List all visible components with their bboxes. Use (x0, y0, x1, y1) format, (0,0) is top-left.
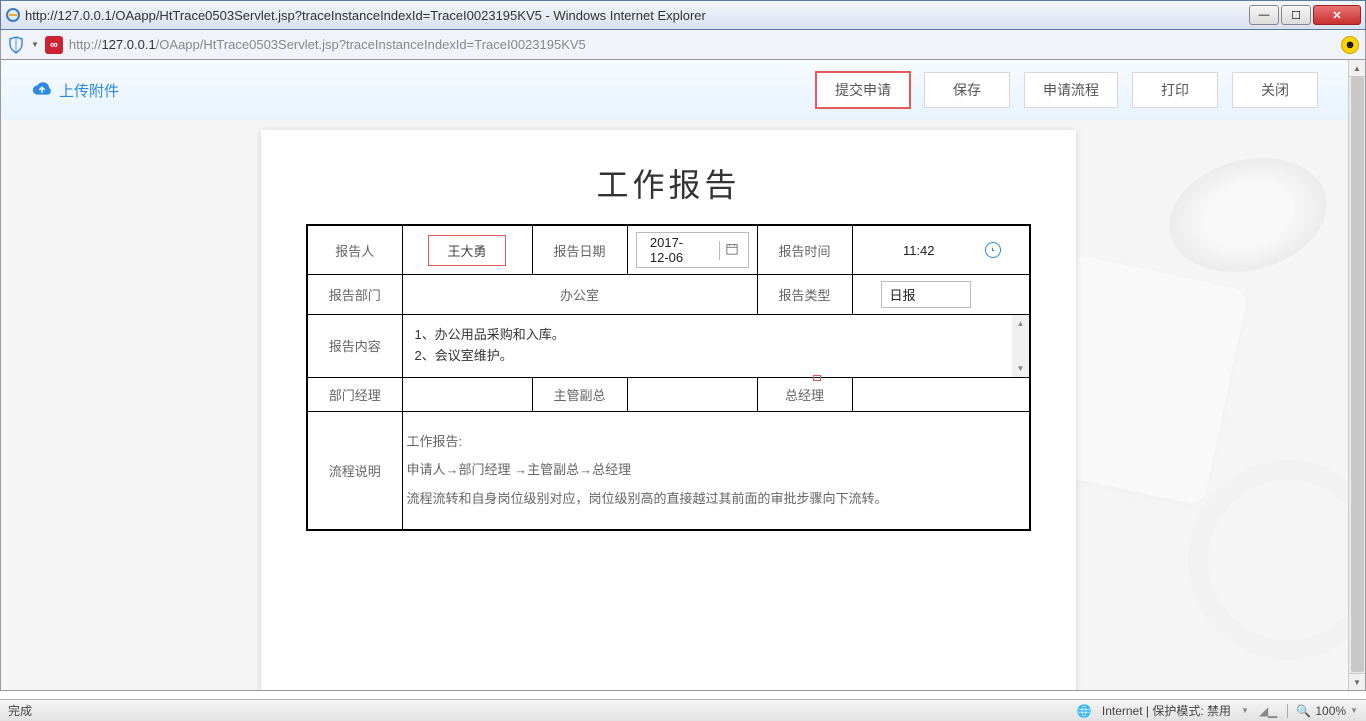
zoom-dropdown-icon[interactable]: ▼ (1350, 706, 1358, 715)
content-scroll-down[interactable]: ▼ (1012, 360, 1029, 377)
reporter-value[interactable]: 王大勇 (428, 235, 505, 266)
protected-mode-dropdown-icon[interactable]: ▼ (1241, 706, 1249, 715)
bg-decor-plate (1188, 460, 1348, 660)
general-manager-value (852, 377, 1030, 411)
smiley-icon[interactable]: ☻ (1341, 36, 1359, 54)
apply-flow-button[interactable]: 申请流程 (1024, 72, 1118, 108)
flow-desc-cell: 工作报告: 申请人→部门经理 →主管副总→总经理 流程流转和自身岗位级别对应，岗… (402, 411, 1030, 530)
table-row: 报告人 王大勇 报告日期 2017-12-06 报告时间 (307, 225, 1030, 275)
department-value: 办公室 (402, 275, 757, 315)
close-window-button[interactable] (1313, 5, 1361, 25)
content-scroll-up[interactable]: ▲ (1012, 315, 1029, 332)
report-type-select[interactable]: 日报 (881, 281, 971, 308)
close-button[interactable]: 关闭 (1232, 72, 1318, 108)
browser-viewport: ▲ ▼ 上传附件 提交申请 保存 申请流程 打印 关闭 工作报告 报告人 (0, 60, 1366, 691)
cloud-upload-icon (31, 82, 53, 98)
vertical-scrollbar[interactable]: ▲ ▼ (1348, 60, 1365, 690)
report-form-table: 报告人 王大勇 报告日期 2017-12-06 报告时间 (306, 224, 1031, 531)
status-zone: Internet | 保护模式: 禁用 (1102, 702, 1231, 719)
status-done: 完成 (8, 702, 32, 719)
magnifier-icon: 🔍 (1296, 704, 1311, 718)
flow-line: 流程流转和自身岗位级别对应，岗位级别高的直接越过其前面的审批步骤向下流转。 (407, 485, 1026, 514)
table-row: 报告部门 办公室 报告类型 日报 (307, 275, 1030, 315)
dept-manager-label: 部门经理 (307, 377, 402, 411)
vice-manager-label: 主管副总 (532, 377, 627, 411)
text-cursor-marker (813, 375, 821, 381)
table-row: 部门经理 主管副总 总经理 (307, 377, 1030, 411)
table-row: 报告内容 1、办公用品采购和入库。 2、会议室维护。 ▲ ▼ (307, 315, 1030, 378)
scroll-up-arrow[interactable]: ▲ (1349, 60, 1365, 77)
form-title: 工作报告 (306, 160, 1031, 206)
content-cell: 1、办公用品采购和入库。 2、会议室维护。 ▲ ▼ (402, 315, 1030, 378)
ie-icon (5, 7, 21, 23)
content-scrollbar[interactable]: ▲ ▼ (1012, 315, 1029, 377)
zoom-value: 100% (1315, 704, 1346, 718)
window-title: http://127.0.0.1/OAapp/HtTrace0503Servle… (25, 8, 1249, 23)
report-date-input[interactable]: 2017-12-06 (636, 232, 749, 268)
content-line: 2、会议室维护。 (415, 346, 1018, 367)
time-value: 11:42 (903, 243, 935, 258)
dept-manager-value (402, 377, 532, 411)
date-value: 2017-12-06 (645, 235, 689, 265)
print-button[interactable]: 打印 (1132, 72, 1218, 108)
reporter-cell: 王大勇 (402, 225, 532, 275)
scroll-thumb[interactable] (1351, 77, 1364, 672)
page-toolbar: 上传附件 提交申请 保存 申请流程 打印 关闭 (1, 60, 1348, 120)
table-row: 流程说明 工作报告: 申请人→部门经理 →主管副总→总经理 流程流转和自身岗位级… (307, 411, 1030, 530)
report-time-label: 报告时间 (757, 225, 852, 275)
department-label: 报告部门 (307, 275, 402, 315)
maximize-button[interactable] (1281, 5, 1311, 25)
clock-icon[interactable] (985, 242, 1001, 258)
report-date-cell: 2017-12-06 (627, 225, 757, 275)
upload-attachment-link[interactable]: 上传附件 (31, 80, 119, 101)
content-label: 报告内容 (307, 315, 402, 378)
general-manager-label: 总经理 (757, 377, 852, 411)
vice-manager-value (627, 377, 757, 411)
zoom-control[interactable]: 🔍 100% ▼ (1287, 704, 1358, 718)
bg-decor-mouse (1156, 141, 1339, 289)
globe-icon: 🌐 (1077, 704, 1092, 718)
dropdown-icon[interactable]: ▼ (31, 40, 39, 49)
content-line: 1、办公用品采购和入库。 (415, 325, 1018, 346)
scroll-down-arrow[interactable]: ▼ (1349, 673, 1365, 690)
status-bar: 完成 🌐 Internet | 保护模式: 禁用 ▼ ◢▁ 🔍 100% ▼ (0, 699, 1366, 721)
page-body: 工作报告 报告人 王大勇 报告日期 2017-12-06 (1, 120, 1348, 690)
minimize-button[interactable] (1249, 5, 1279, 25)
save-button[interactable]: 保存 (924, 72, 1010, 108)
calendar-icon[interactable] (719, 241, 744, 260)
report-type-label: 报告类型 (757, 275, 852, 315)
report-time-input[interactable]: 11:42 (877, 242, 1005, 258)
report-time-cell: 11:42 (852, 225, 1030, 275)
form-paper: 工作报告 报告人 王大勇 报告日期 2017-12-06 (261, 130, 1076, 690)
reporter-label: 报告人 (307, 225, 402, 275)
shield-icon[interactable] (7, 36, 25, 54)
url-input[interactable]: http://127.0.0.1/OAapp/HtTrace0503Servle… (69, 37, 1335, 52)
protected-mode-progress-icon[interactable]: ◢▁ (1259, 704, 1277, 718)
window-titlebar: http://127.0.0.1/OAapp/HtTrace0503Servle… (0, 0, 1366, 30)
submit-button[interactable]: 提交申请 (816, 72, 910, 108)
address-bar: ▼ ∞ http://127.0.0.1/OAapp/HtTrace0503Se… (0, 30, 1366, 60)
flow-desc-label: 流程说明 (307, 411, 402, 530)
report-date-label: 报告日期 (532, 225, 627, 275)
flow-line: 申请人→部门经理 →主管副总→总经理 (407, 456, 1026, 485)
report-type-cell: 日报 (852, 275, 1030, 315)
upload-label: 上传附件 (59, 80, 119, 101)
content-textarea[interactable]: 1、办公用品采购和入库。 2、会议室维护。 (403, 315, 1030, 377)
blocked-icon: ∞ (45, 36, 63, 54)
flow-line: 工作报告: (407, 428, 1026, 457)
